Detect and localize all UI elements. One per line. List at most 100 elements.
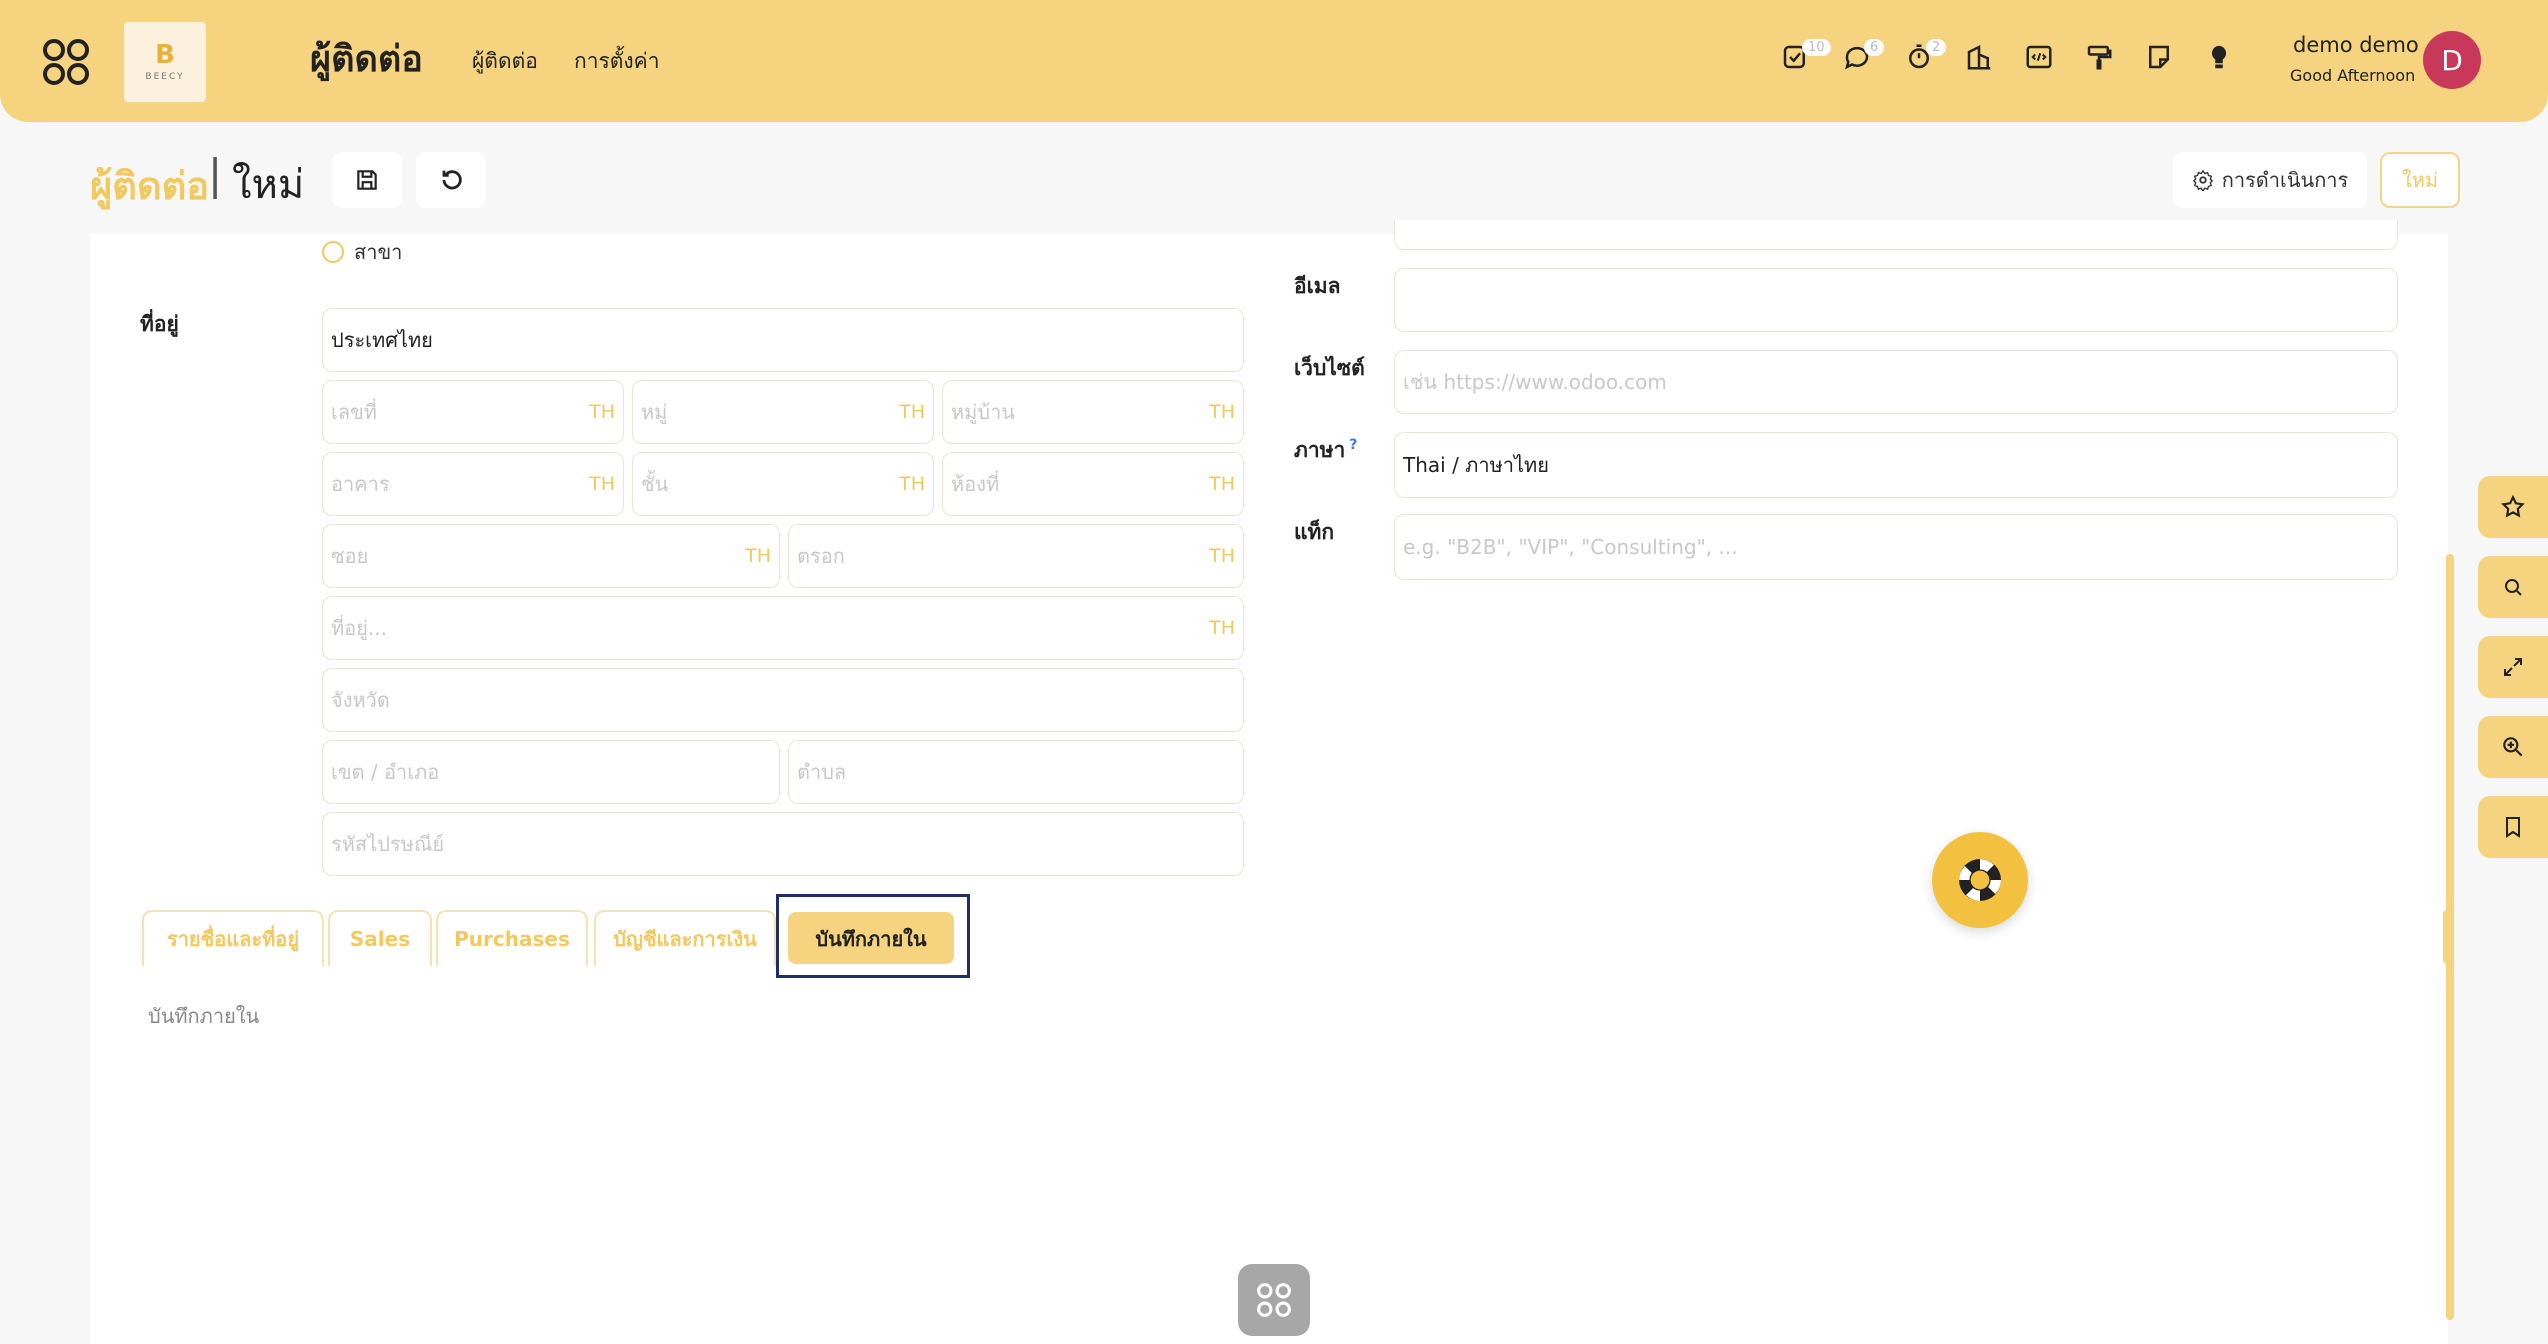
search-tool[interactable] — [2478, 556, 2548, 618]
translate-button[interactable]: TH — [899, 401, 925, 423]
province-placeholder: จังหวัด — [331, 688, 390, 712]
timer-icon[interactable]: 2 — [1904, 39, 1947, 78]
language-label-text: ภาษา — [1294, 438, 1346, 462]
company-logo[interactable]: B BEECY — [124, 22, 206, 102]
chat-icon[interactable]: 6 — [1842, 39, 1885, 78]
expand-icon — [2504, 658, 2522, 676]
app-menu-icon[interactable] — [40, 36, 92, 88]
language-select[interactable]: Thai / ภาษาไทย — [1394, 432, 2398, 498]
avatar[interactable]: D — [2423, 31, 2481, 89]
scrollbar-thumb[interactable] — [2443, 910, 2453, 964]
support-button[interactable] — [1932, 832, 2028, 928]
translate-button[interactable]: TH — [1209, 545, 1235, 567]
email-field[interactable] — [1394, 268, 2398, 332]
logo-text: BEECY — [145, 72, 185, 82]
building-placeholder: อาคาร — [331, 472, 390, 496]
district-placeholder: เขต / อำเภอ — [331, 760, 440, 784]
translate-button[interactable]: TH — [589, 473, 615, 495]
website-label: เว็บไซต์ — [1294, 356, 1365, 380]
translate-button[interactable]: TH — [1209, 401, 1235, 423]
room-placeholder: ห้องที่ — [951, 472, 1000, 496]
soi-placeholder: ซอย — [331, 544, 369, 568]
company-switch-icon[interactable] — [1964, 42, 2000, 78]
street-address-placeholder: ที่อยู่... — [331, 616, 387, 640]
zoom-tool[interactable] — [2478, 716, 2548, 778]
active-tab-highlight — [776, 894, 970, 978]
user-name[interactable]: demo demo — [2293, 33, 2419, 57]
translate-button[interactable]: TH — [745, 545, 771, 567]
website-field[interactable]: เช่น https://www.odoo.com — [1394, 350, 2398, 414]
zip-placeholder: รหัสไปรษณีย์ — [331, 832, 445, 856]
room-field[interactable]: ห้องที่ TH — [942, 452, 1244, 516]
translate-button[interactable]: TH — [1209, 617, 1235, 639]
translate-button[interactable]: TH — [1209, 473, 1235, 495]
tab-sales[interactable]: Sales — [328, 910, 432, 966]
nav-settings[interactable]: การตั้งค่า — [574, 45, 660, 78]
house-number-field[interactable]: เลขที่ TH — [322, 380, 624, 444]
save-icon — [357, 170, 377, 190]
zip-field[interactable]: รหัสไปรษณีย์ — [322, 812, 1244, 876]
street-address-field[interactable]: ที่อยู่... TH — [322, 596, 1244, 660]
soi-field[interactable]: ซอย TH — [322, 524, 780, 588]
lightbulb-icon[interactable] — [2204, 42, 2240, 78]
breadcrumb-parent[interactable]: ผู้ติดต่อ — [90, 155, 209, 216]
country-field[interactable]: ประเทศไทย — [322, 308, 1244, 372]
lifebuoy-icon — [1959, 859, 2001, 901]
tab-contacts-addresses[interactable]: รายชื่อและที่อยู่ — [142, 910, 324, 966]
new-record-button[interactable]: ใหม่ — [2380, 152, 2460, 208]
internal-notes-editor[interactable]: บันทึกภายใน — [148, 1000, 259, 1032]
undo-icon — [442, 170, 462, 190]
district-field[interactable]: เขต / อำเภอ — [322, 740, 780, 804]
favorite-tool[interactable] — [2478, 476, 2548, 538]
tags-placeholder: e.g. "B2B", "VIP", "Consulting", ... — [1403, 535, 1738, 559]
messages-badge: 6 — [1864, 39, 1885, 56]
village-placeholder: หมู่บ้าน — [951, 400, 1015, 424]
village-field[interactable]: หมู่บ้าน TH — [942, 380, 1244, 444]
breadcrumb-current: ใหม่ — [232, 162, 305, 208]
activity-icon[interactable]: 10 — [1780, 39, 1831, 78]
app-grid-icon — [1257, 1283, 1291, 1317]
floor-field[interactable]: ชั้น TH — [632, 452, 934, 516]
province-field[interactable]: จังหวัด — [322, 668, 1244, 732]
floor-placeholder: ชั้น — [641, 472, 669, 496]
branch-radio-label: สาขา — [354, 240, 403, 264]
breadcrumb-separator: | — [208, 150, 223, 199]
expand-tool[interactable] — [2478, 636, 2548, 698]
zoom-in-icon — [2503, 737, 2523, 757]
sticky-note-icon[interactable] — [2144, 42, 2180, 78]
trok-field[interactable]: ตรอก TH — [788, 524, 1244, 588]
country-value: ประเทศไทย — [331, 328, 433, 352]
paint-roller-icon[interactable] — [2084, 42, 2120, 78]
actions-button[interactable]: การดำเนินการ — [2173, 152, 2367, 208]
house-number-placeholder: เลขที่ — [331, 400, 377, 424]
nav-contacts[interactable]: ผู้ติดต่อ — [472, 45, 538, 78]
tab-accounting[interactable]: บัญชีและการเงิน — [594, 910, 776, 966]
help-icon[interactable]: ? — [1349, 437, 1357, 453]
bookmark-tool[interactable] — [2478, 796, 2548, 858]
trok-placeholder: ตรอก — [797, 544, 845, 568]
phone-field[interactable] — [1394, 220, 2398, 250]
discard-button[interactable] — [416, 152, 486, 208]
tags-label: แท็ก — [1294, 520, 1335, 544]
subdistrict-placeholder: ตำบล — [797, 760, 847, 784]
language-value: Thai / ภาษาไทย — [1403, 453, 1549, 477]
subdistrict-field[interactable]: ตำบล — [788, 740, 1244, 804]
top-navbar: B BEECY ผู้ติดต่อ ผู้ติดต่อ การตั้งค่า 1… — [0, 0, 2548, 122]
bookmark-icon — [2506, 817, 2520, 838]
moo-field[interactable]: หมู่ TH — [632, 380, 934, 444]
translate-button[interactable]: TH — [899, 473, 925, 495]
tab-purchases[interactable]: Purchases — [436, 910, 588, 966]
bottom-app-menu-button[interactable] — [1238, 1264, 1310, 1336]
user-greeting: Good Afternoon — [2290, 66, 2416, 85]
building-field[interactable]: อาคาร TH — [322, 452, 624, 516]
tags-field[interactable]: e.g. "B2B", "VIP", "Consulting", ... — [1394, 514, 2398, 580]
timer-badge: 2 — [1926, 39, 1947, 56]
branch-radio-option[interactable]: สาขา — [322, 236, 402, 268]
save-button[interactable] — [332, 152, 402, 208]
email-label: อีเมล — [1294, 274, 1341, 298]
translate-button[interactable]: TH — [589, 401, 615, 423]
app-title: ผู้ติดต่อ — [310, 39, 423, 80]
branch-radio[interactable] — [322, 241, 344, 263]
website-placeholder: เช่น https://www.odoo.com — [1403, 370, 1667, 394]
debug-code-icon[interactable] — [2024, 42, 2060, 78]
